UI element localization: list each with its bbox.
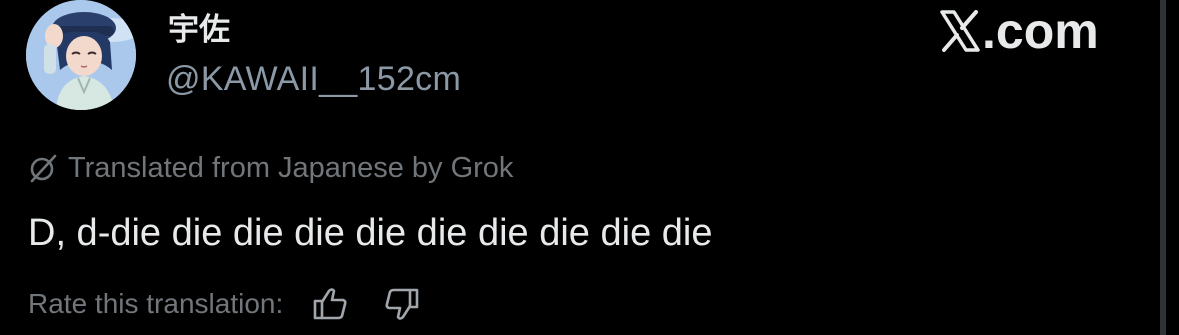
thumbs-up-icon (313, 288, 347, 320)
anime-character-avatar-icon (26, 0, 136, 110)
right-divider (1160, 0, 1166, 335)
rate-translation-label: Rate this translation: (28, 288, 284, 319)
translation-notice: Translated from Japanese by Grok (28, 150, 513, 186)
watermark-text: .com (982, 3, 1099, 59)
display-name[interactable]: 宇佐 (168, 10, 230, 50)
user-handle[interactable]: @KAWAII__152cm (166, 58, 461, 100)
grok-icon (30, 154, 57, 183)
post-card: 宇佐 @KAWAII__152cm .com Translated from J… (0, 0, 1179, 335)
x-com-watermark: .com (940, 6, 1099, 56)
translation-notice-text: Translated from Japanese by Grok (68, 151, 514, 184)
avatar[interactable] (26, 0, 136, 110)
thumbs-down-button[interactable] (377, 284, 427, 324)
post-text: D, d-die die die die die die die die die… (28, 212, 713, 254)
thumbs-up-button[interactable] (305, 284, 355, 324)
rate-translation-row: Rate this translation: (28, 284, 449, 324)
x-logo-icon (940, 10, 980, 52)
thumbs-down-icon (385, 288, 419, 320)
